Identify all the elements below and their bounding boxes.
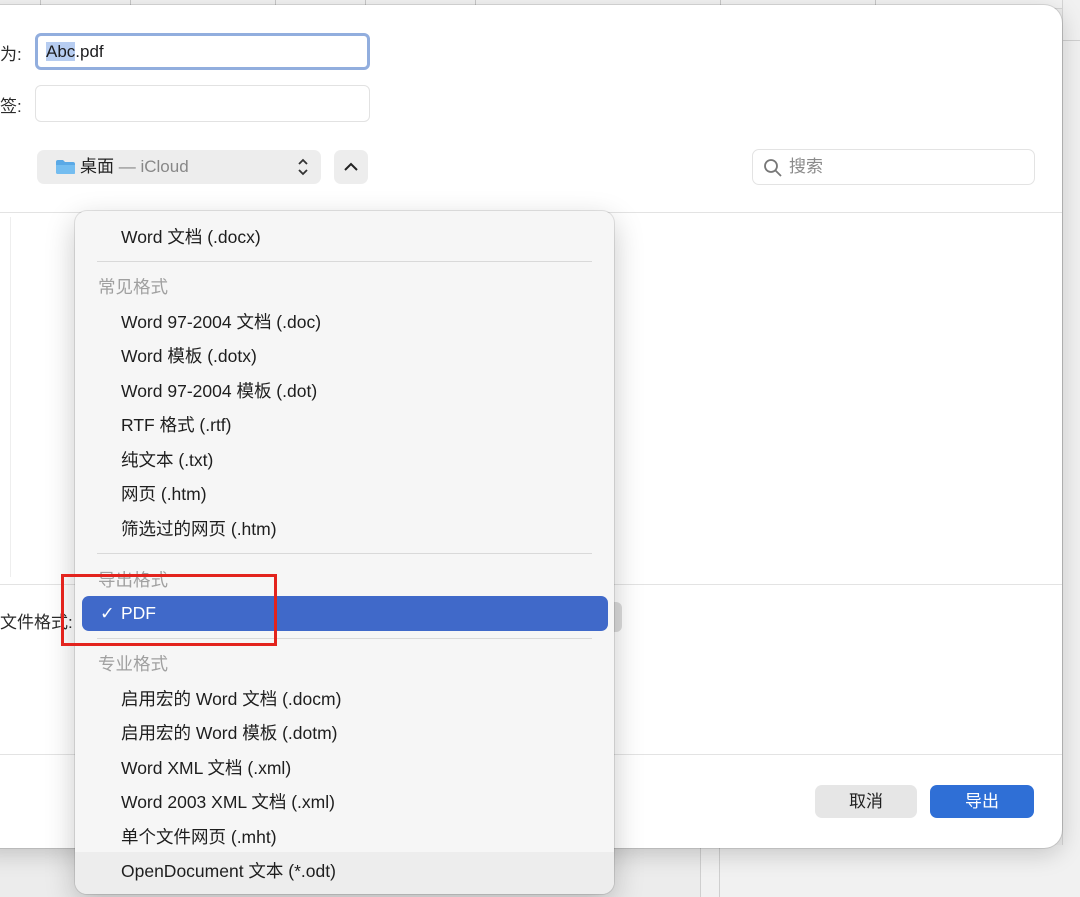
file-name-extension: .pdf xyxy=(75,42,104,61)
menu-separator xyxy=(97,638,592,639)
menu-item-rtf[interactable]: RTF 格式 (.rtf) xyxy=(121,413,232,437)
file-format-menu: Word 文档 (.docx) 常见格式 Word 97-2004 文档 (.d… xyxy=(75,211,614,894)
updown-chevron-icon xyxy=(297,150,309,197)
tags-field[interactable] xyxy=(35,85,370,122)
menu-item-pdf[interactable]: ✓ PDF xyxy=(82,596,608,631)
menu-item-dotx[interactable]: Word 模板 (.dotx) xyxy=(121,344,257,368)
file-format-label: 文件格式: xyxy=(0,613,73,632)
menu-item-mht[interactable]: 单个文件网页 (.mht) xyxy=(121,825,277,849)
collapse-browser-button[interactable] xyxy=(334,150,368,184)
file-name-field[interactable]: Abc.pdf xyxy=(35,33,370,70)
location-folder-name: 桌面 xyxy=(80,157,114,176)
menu-header-pro: 专业格式 xyxy=(98,654,168,674)
menu-item-doc[interactable]: Word 97-2004 文档 (.doc) xyxy=(121,310,321,334)
cancel-button[interactable]: 取消 xyxy=(815,785,917,818)
menu-item-htm[interactable]: 网页 (.htm) xyxy=(121,482,207,506)
menu-item-dotm[interactable]: 启用宏的 Word 模板 (.dotm) xyxy=(121,721,338,745)
menu-separator xyxy=(97,261,592,262)
search-input[interactable]: 搜索 xyxy=(752,149,1035,185)
save-as-label: 为: xyxy=(0,45,22,64)
menu-header-common: 常见格式 xyxy=(98,277,168,297)
file-name-selected-text: Abc xyxy=(46,42,76,61)
background-window-edge xyxy=(1062,0,1080,850)
menu-item-odt[interactable]: OpenDocument 文本 (*.odt) xyxy=(121,859,336,883)
background-document-area xyxy=(700,845,1080,897)
location-separator: — xyxy=(114,157,141,176)
search-placeholder: 搜索 xyxy=(789,157,823,176)
menu-item-filtered-htm[interactable]: 筛选过的网页 (.htm) xyxy=(121,517,277,541)
checkmark-icon: ✓ xyxy=(100,603,115,623)
location-cloud: iCloud xyxy=(140,157,189,176)
menu-item-docm[interactable]: 启用宏的 Word 文档 (.docm) xyxy=(121,687,341,711)
menu-header-export: 导出格式 xyxy=(98,570,168,590)
tags-label: 签: xyxy=(0,97,22,116)
menu-item-pdf-label: PDF xyxy=(121,603,156,623)
search-icon xyxy=(764,159,782,177)
menu-item-xml-2003[interactable]: Word 2003 XML 文档 (.xml) xyxy=(121,790,335,814)
menu-separator xyxy=(97,553,592,554)
chevron-up-icon xyxy=(344,162,358,171)
file-browser-pane[interactable] xyxy=(0,217,11,577)
folder-icon xyxy=(56,160,75,174)
export-button[interactable]: 导出 xyxy=(930,785,1034,818)
location-popup[interactable]: 桌面 — iCloud xyxy=(37,150,321,184)
menu-item-docx[interactable]: Word 文档 (.docx) xyxy=(121,225,261,249)
menu-item-dot[interactable]: Word 97-2004 模板 (.dot) xyxy=(121,379,317,403)
menu-item-xml[interactable]: Word XML 文档 (.xml) xyxy=(121,756,291,780)
menu-item-txt[interactable]: 纯文本 (.txt) xyxy=(121,448,213,472)
